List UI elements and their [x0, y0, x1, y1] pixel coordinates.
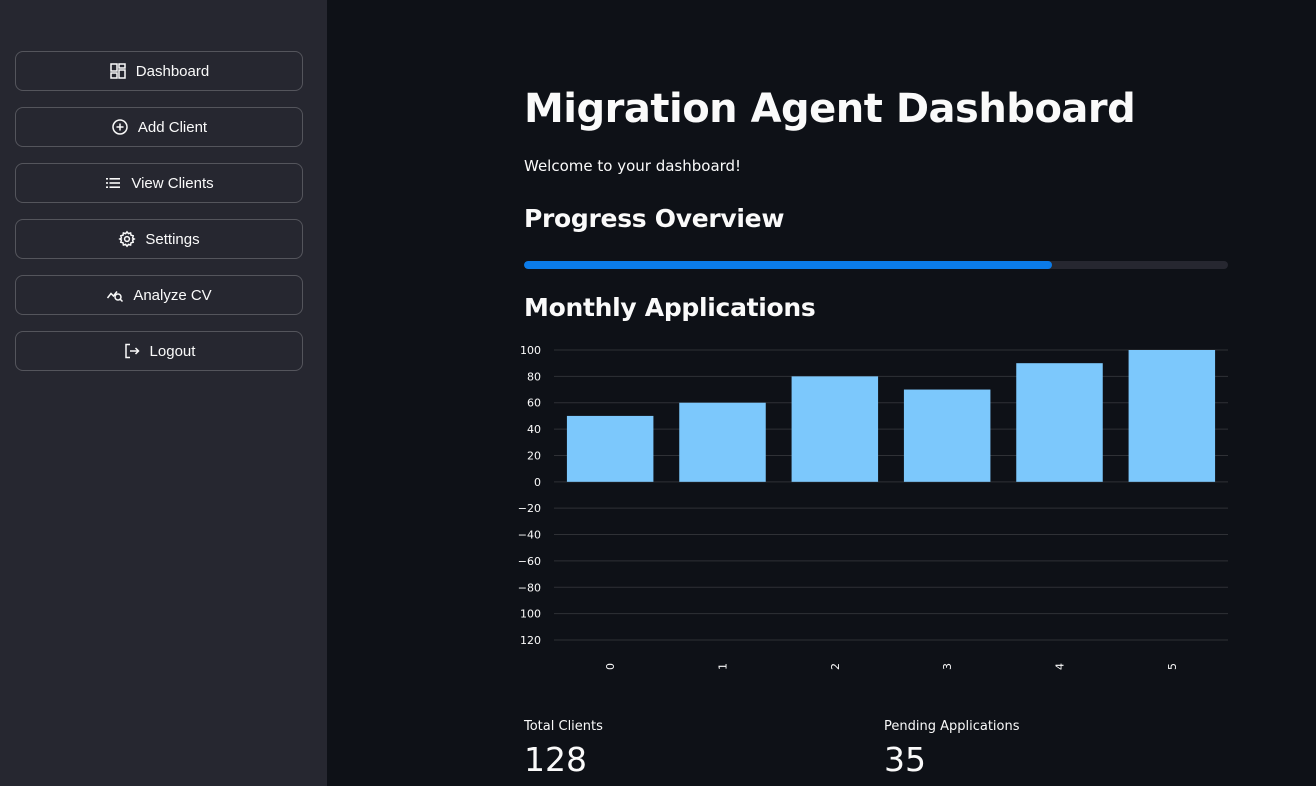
- y-tick-label: 40: [527, 423, 541, 436]
- logout-button[interactable]: Logout: [15, 331, 303, 371]
- page-title: Migration Agent Dashboard: [524, 86, 1136, 132]
- y-tick-label: −80: [518, 581, 541, 594]
- y-tick-label: 0: [534, 476, 541, 489]
- logout-icon: [123, 342, 141, 360]
- dashboard-button[interactable]: Dashboard: [15, 51, 303, 91]
- bar-5[interactable]: [1128, 350, 1216, 482]
- add-client-button-label: Add Client: [137, 118, 208, 136]
- bar-4[interactable]: [1016, 363, 1103, 482]
- bar-1[interactable]: [679, 402, 766, 482]
- add-client-button[interactable]: Add Client: [15, 107, 303, 147]
- pending-applications-label: Pending Applications: [884, 719, 1020, 734]
- y-tick-label: 100: [520, 608, 541, 621]
- y-tick-label: 100: [520, 344, 541, 357]
- welcome-text: Welcome to your dashboard!: [524, 157, 742, 175]
- settings-button[interactable]: Settings: [15, 219, 303, 259]
- view-clients-button[interactable]: View Clients: [15, 163, 303, 203]
- chart-heading: Monthly Applications: [524, 293, 816, 322]
- bar-2[interactable]: [791, 376, 879, 482]
- monthly-applications-chart: 100 80 60 40 20 0 −20 −40 −60 −80 100 120 0 1 2 3 4 5: [518, 344, 1228, 670]
- x-tick-label: 4: [1054, 663, 1067, 670]
- y-tick-label: −20: [518, 502, 541, 515]
- progress-bar-fill: [524, 261, 1052, 269]
- analytics-search-icon: [106, 286, 124, 304]
- x-tick-label: 3: [941, 663, 954, 670]
- progress-heading: Progress Overview: [524, 204, 785, 233]
- x-tick-label: 2: [829, 663, 842, 670]
- progress-bar: [524, 261, 1228, 269]
- x-tick-label: 1: [717, 663, 730, 670]
- list-icon: [104, 174, 122, 192]
- x-tick-label: 0: [604, 663, 617, 670]
- y-tick-label: 80: [527, 370, 541, 383]
- main-content: Migration Agent Dashboard Welcome to you…: [327, 0, 1316, 786]
- gear-icon: [118, 230, 137, 248]
- bar-0[interactable]: [566, 415, 654, 482]
- add-circle-icon: [111, 118, 129, 136]
- logout-button-label: Logout: [149, 342, 196, 360]
- y-tick-label: 120: [520, 634, 541, 647]
- sidebar: Dashboard Add Client View Clients Settin…: [0, 0, 327, 786]
- view-clients-button-label: View Clients: [131, 174, 214, 192]
- x-tick-label: 5: [1166, 663, 1179, 670]
- y-tick-label: 60: [527, 397, 541, 410]
- total-clients-label: Total Clients: [524, 719, 603, 734]
- total-clients-value: 128: [524, 740, 587, 779]
- app-root: Dashboard Add Client View Clients Settin…: [0, 0, 1316, 786]
- pending-applications-value: 35: [884, 740, 926, 779]
- analyze-cv-button[interactable]: Analyze CV: [15, 275, 303, 315]
- y-tick-label: −40: [518, 529, 541, 542]
- y-tick-label: −60: [518, 555, 541, 568]
- dashboard-icon: [109, 62, 127, 80]
- analyze-cv-button-label: Analyze CV: [133, 286, 212, 304]
- dashboard-button-label: Dashboard: [135, 62, 210, 80]
- bar-3[interactable]: [903, 389, 991, 482]
- y-tick-label: 20: [527, 449, 541, 462]
- settings-button-label: Settings: [145, 230, 200, 248]
